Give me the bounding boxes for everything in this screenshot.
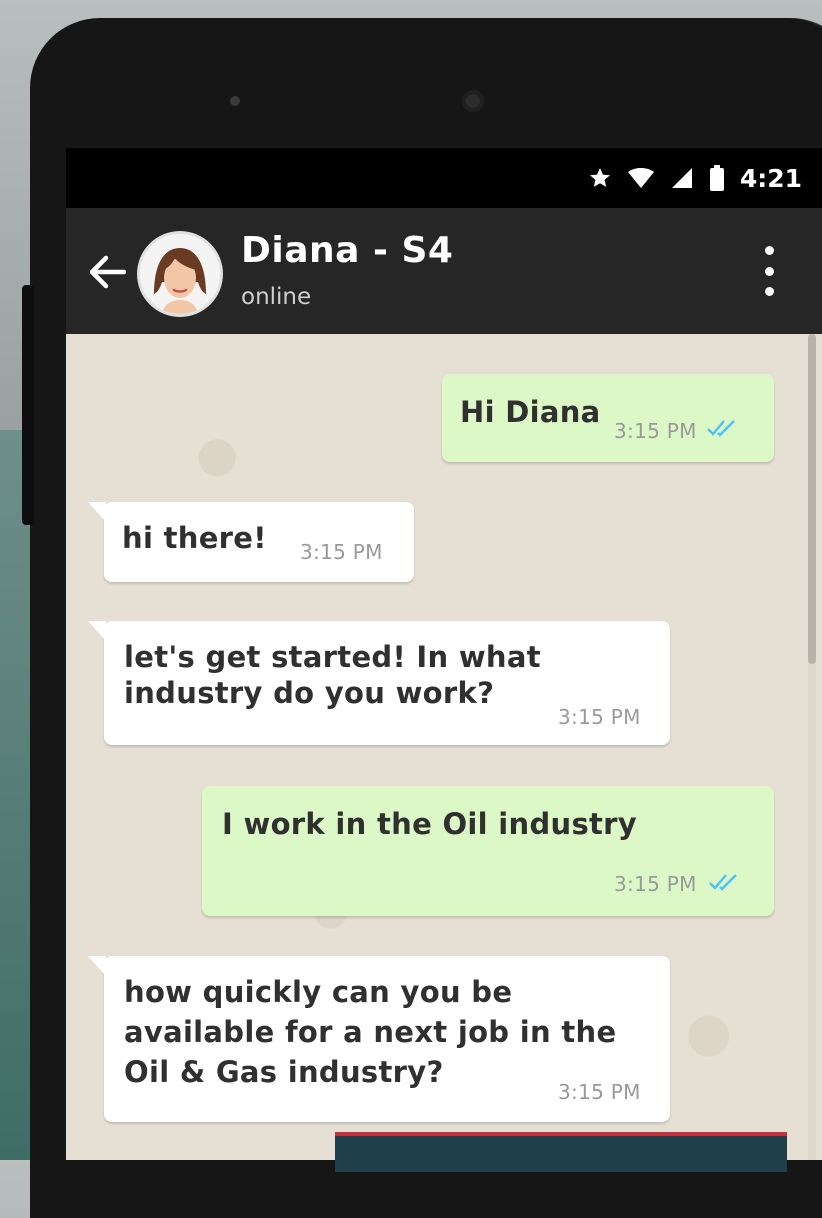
chat-header: Diana - S4 online xyxy=(66,208,822,334)
signal-icon xyxy=(670,166,694,190)
avatar-icon xyxy=(140,234,220,314)
message-text-line: industry do you work? xyxy=(124,676,495,710)
star-icon xyxy=(588,166,612,190)
status-bar: 4:21 xyxy=(66,148,822,208)
message-text: Hi Diana xyxy=(460,395,601,429)
battery-icon xyxy=(709,165,724,191)
sensor-dot xyxy=(230,96,240,106)
message-text-line: how quickly can you be xyxy=(124,975,513,1009)
message-bubble-incoming[interactable]: how quickly can you be available for a n… xyxy=(88,956,670,1122)
phone-side-button xyxy=(22,285,34,525)
message-time: 3:15 PM xyxy=(614,872,697,896)
message-list[interactable]: Hi Diana 3:15 PM hi there! 3:15 PM let's… xyxy=(66,334,822,1160)
double-check-icon xyxy=(707,420,735,437)
message-text: I work in the Oil industry xyxy=(222,807,637,841)
contact-status: online xyxy=(241,284,312,310)
message-time: 3:15 PM xyxy=(558,1080,641,1104)
phone-screen: 4:21 Diana - S4 online Hi Diana 3:15 PM … xyxy=(66,148,822,1160)
message-text-line: let's get started! In what xyxy=(124,640,541,674)
double-check-icon xyxy=(709,874,737,891)
message-time: 3:15 PM xyxy=(558,705,641,729)
message-bubble-outgoing[interactable]: I work in the Oil industry 3:15 PM xyxy=(202,786,774,916)
chat-scrollbar-thumb[interactable] xyxy=(808,334,816,664)
message-bubble-incoming[interactable]: let's get started! In what industry do y… xyxy=(88,621,670,745)
message-bubble-incoming[interactable]: hi there! 3:15 PM xyxy=(88,502,414,582)
wifi-icon xyxy=(627,167,654,189)
bottom-banner xyxy=(335,1132,787,1172)
message-text: hi there! xyxy=(122,521,267,555)
status-time: 4:21 xyxy=(739,163,802,193)
back-button[interactable] xyxy=(84,242,130,302)
front-camera xyxy=(462,90,484,112)
message-text-line: Oil & Gas industry? xyxy=(124,1055,444,1089)
more-vert-icon xyxy=(764,246,774,255)
message-time: 3:15 PM xyxy=(614,419,697,443)
contact-avatar[interactable] xyxy=(140,234,220,314)
arrow-left-icon xyxy=(89,255,126,289)
message-bubble-outgoing[interactable]: Hi Diana 3:15 PM xyxy=(442,374,774,462)
more-options-button[interactable] xyxy=(762,246,776,296)
contact-name[interactable]: Diana - S4 xyxy=(241,230,453,271)
message-time: 3:15 PM xyxy=(300,540,383,564)
message-text-line: available for a next job in the xyxy=(124,1015,617,1049)
